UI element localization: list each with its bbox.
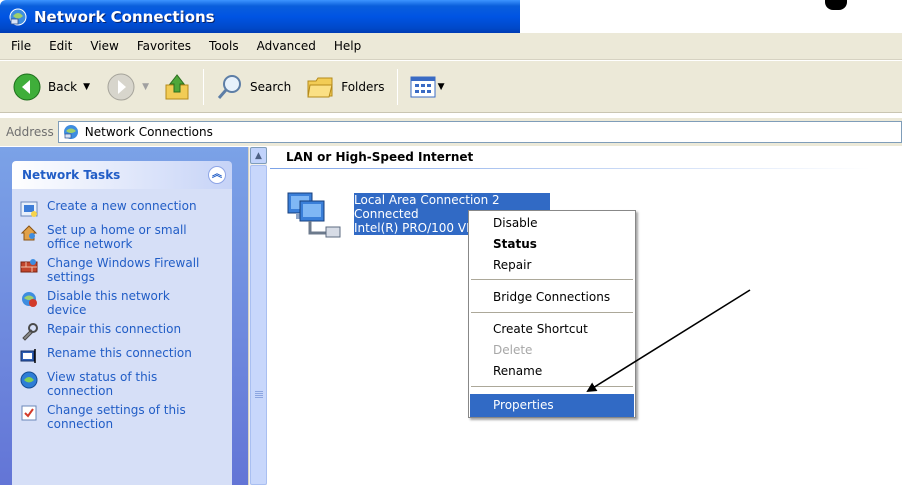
lan-connection-icon[interactable]: [286, 189, 342, 243]
back-label: Back: [48, 79, 78, 94]
group-divider: [270, 168, 870, 169]
menu-item-delete: Delete: [493, 343, 533, 357]
firewall-icon: [20, 259, 38, 273]
menu-item-create-shortcut[interactable]: Create Shortcut: [493, 322, 588, 336]
forward-button[interactable]: ▼: [102, 67, 153, 107]
search-label: Search: [249, 79, 292, 94]
task-pane-scrollbar[interactable]: ▲: [248, 147, 267, 485]
window-title: Network Connections: [34, 7, 215, 26]
new-connection-icon: [20, 201, 38, 217]
menu-tools[interactable]: Tools: [200, 39, 248, 53]
repair-icon: [22, 323, 38, 341]
task-rename-connection[interactable]: Rename this connection: [20, 346, 228, 365]
menu-favorites[interactable]: Favorites: [128, 39, 200, 53]
status-icon: [20, 371, 38, 389]
task-label: Repair this connection: [47, 322, 182, 336]
network-tasks-list: Create a new connection Set up a home or…: [12, 189, 232, 485]
scrollbar-thumb[interactable]: [250, 165, 267, 485]
address-input[interactable]: Network Connections: [57, 121, 902, 143]
toolbar: Back ▼ ▼ Search Folders ▼: [0, 61, 902, 113]
address-label: Address: [6, 125, 54, 139]
settings-icon: [21, 405, 37, 421]
menu-advanced[interactable]: Advanced: [248, 39, 325, 53]
task-label: View status of this connection: [47, 370, 158, 398]
menu-item-status[interactable]: Status: [493, 237, 537, 251]
views-icon: [410, 76, 436, 97]
back-button[interactable]: Back ▼: [8, 67, 94, 107]
menu-help[interactable]: Help: [325, 39, 370, 53]
folders-button[interactable]: Folders: [301, 67, 388, 107]
up-folder-button[interactable]: [159, 67, 195, 107]
chevron-down-icon[interactable]: ▼: [438, 82, 445, 92]
network-tasks-title: Network Tasks: [22, 168, 121, 182]
menu-edit[interactable]: Edit: [40, 39, 81, 53]
task-label: Set up a home or small office network: [47, 223, 187, 251]
menu-separator: [471, 279, 633, 280]
menu-item-rename[interactable]: Rename: [493, 364, 542, 378]
home-network-icon: [20, 225, 38, 241]
folders-label: Folders: [341, 79, 385, 94]
toolbar-separator: [396, 68, 398, 105]
menu-separator: [471, 386, 633, 387]
menu-item-bridge-connections[interactable]: Bridge Connections: [493, 290, 610, 304]
menu-view[interactable]: View: [81, 39, 127, 53]
toolbar-separator: [202, 68, 204, 105]
menu-item-disable[interactable]: Disable: [493, 216, 538, 230]
menu-bar: File Edit View Favorites Tools Advanced …: [0, 33, 902, 60]
menu-separator: [471, 312, 633, 313]
menu-item-properties-label: Properties: [493, 398, 554, 412]
folders-icon: [307, 77, 333, 97]
task-pane: Network Tasks ︽ Create a new connection …: [0, 147, 248, 485]
task-label: Create a new connection: [47, 199, 197, 213]
task-label: Rename this connection: [47, 346, 192, 360]
menu-item-repair[interactable]: Repair: [493, 258, 531, 272]
chevron-down-icon[interactable]: ▼: [83, 82, 90, 92]
collapse-chevron-icon[interactable]: ︽: [208, 166, 226, 184]
menu-item-properties[interactable]: Properties: [470, 394, 634, 417]
rename-icon: [20, 349, 36, 363]
group-header: LAN or High-Speed Internet: [286, 150, 474, 164]
network-tasks-header[interactable]: Network Tasks ︽: [12, 161, 232, 189]
task-view-status[interactable]: View status of this connection: [20, 370, 228, 398]
network-connections-icon: [9, 8, 27, 25]
task-home-network[interactable]: Set up a home or small office network: [20, 223, 228, 251]
context-menu: Disable Status Repair Bridge Connections…: [468, 210, 636, 418]
task-change-settings[interactable]: Change settings of this connection: [20, 403, 228, 431]
address-bar: Address Network Connections: [0, 118, 902, 146]
address-value: Network Connections: [84, 125, 213, 139]
disable-device-icon: [22, 292, 37, 307]
up-folder-icon: [165, 73, 189, 99]
forward-arrow-icon: [107, 73, 135, 100]
back-arrow-icon: [13, 73, 41, 100]
task-label: Change Windows Firewall settings: [47, 256, 200, 284]
task-repair-connection[interactable]: Repair this connection: [20, 322, 228, 341]
task-firewall-settings[interactable]: Change Windows Firewall settings: [20, 256, 228, 284]
views-button[interactable]: ▼: [406, 67, 449, 107]
task-label: Disable this network device: [47, 289, 170, 317]
task-create-connection[interactable]: Create a new connection: [20, 199, 228, 218]
task-disable-device[interactable]: Disable this network device: [20, 289, 228, 317]
connection-name: Local Area Connection 2: [354, 193, 550, 207]
search-icon: [217, 74, 241, 99]
scroll-grip-icon: [255, 391, 263, 399]
network-connections-icon: [63, 125, 78, 139]
menu-file[interactable]: File: [2, 39, 40, 53]
task-label: Change settings of this connection: [47, 403, 186, 431]
scroll-up-icon[interactable]: ▲: [250, 147, 267, 164]
chevron-down-icon[interactable]: ▼: [142, 82, 149, 92]
search-button[interactable]: Search: [212, 67, 295, 107]
